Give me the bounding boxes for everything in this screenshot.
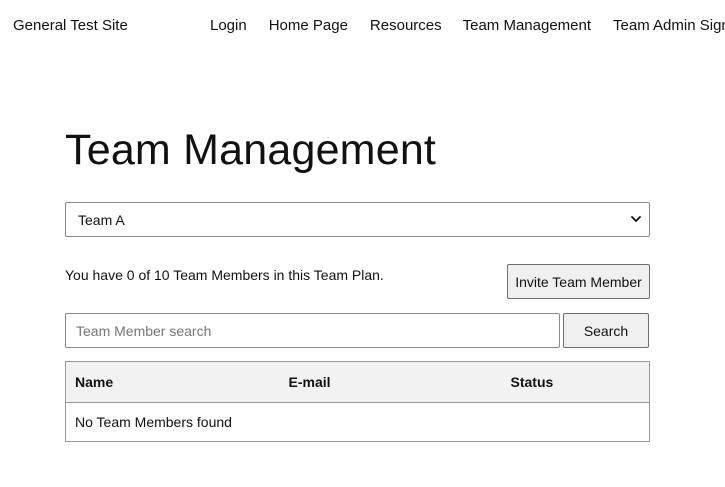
nav-link-team-admin-sign-up[interactable]: Team Admin Sign Up: [613, 17, 725, 34]
nav-link-resources[interactable]: Resources: [370, 17, 442, 34]
column-header-name: Name: [65, 361, 280, 403]
top-navigation-bar: General Test Site Login Home Page Resour…: [0, 0, 725, 54]
main-nav: Login Home Page Resources Team Managemen…: [210, 17, 725, 34]
search-button[interactable]: Search: [563, 313, 649, 348]
team-select-value: Team A: [78, 211, 125, 228]
page-title: Team Management: [65, 126, 437, 174]
nav-link-team-management[interactable]: Team Management: [463, 17, 591, 34]
column-header-email: E-mail: [279, 361, 502, 403]
nav-link-login[interactable]: Login: [210, 17, 247, 34]
table-header-row: Name E-mail Status: [65, 361, 650, 403]
column-header-status: Status: [501, 361, 650, 403]
nav-link-home-page[interactable]: Home Page: [269, 17, 348, 34]
team-select[interactable]: Team A: [65, 202, 650, 237]
site-brand-link[interactable]: General Test Site: [13, 17, 128, 34]
empty-table-message: No Team Members found: [75, 414, 232, 430]
team-member-count-text: You have 0 of 10 Team Members in this Te…: [65, 267, 384, 283]
team-member-search-input[interactable]: [65, 313, 560, 348]
table-row: No Team Members found: [66, 403, 650, 442]
invite-team-member-button[interactable]: Invite Team Member: [507, 264, 650, 299]
team-members-table: Name E-mail Status No Team Members found: [65, 361, 650, 442]
chevron-down-icon: [631, 216, 641, 222]
